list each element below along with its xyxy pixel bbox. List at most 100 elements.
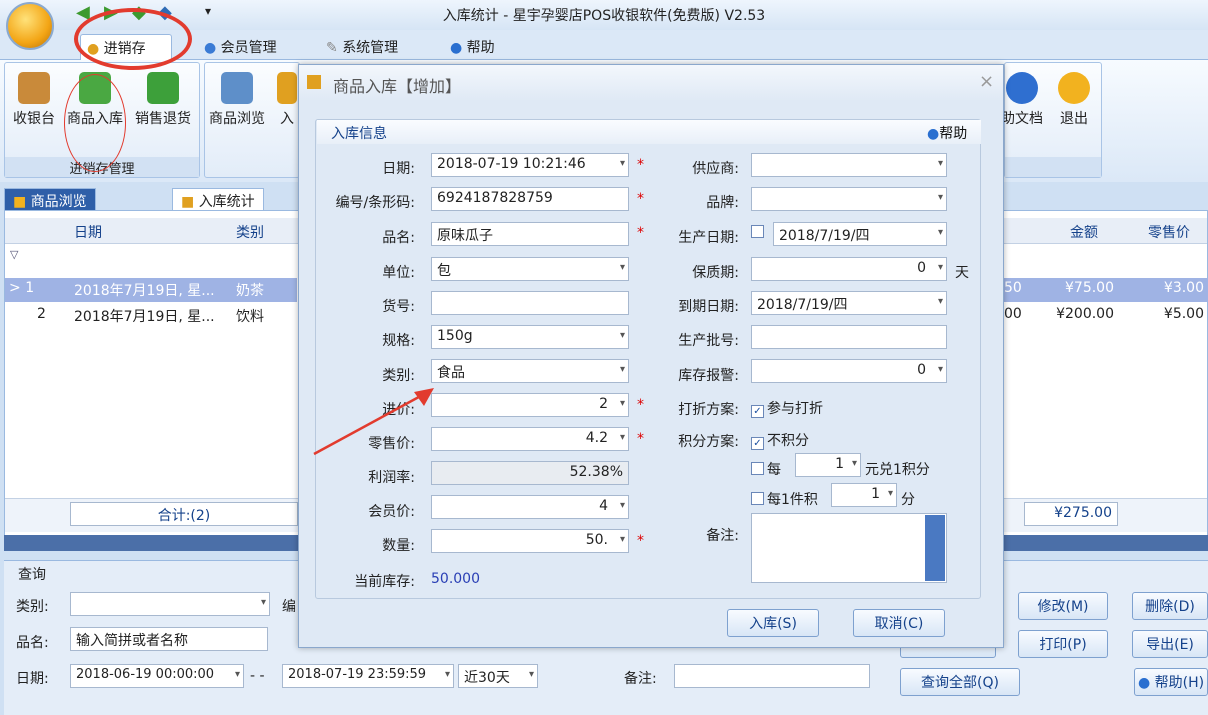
query-title: 查询 <box>18 567 46 583</box>
qty-input[interactable]: 50. ▾ <box>431 529 629 553</box>
brand-select[interactable]: ▾ <box>751 187 947 211</box>
date-to-input[interactable]: 2018-07-19 23:59:59 ▾ <box>282 664 454 688</box>
row-partial: 50 <box>1004 278 1024 302</box>
date-sep: - - <box>250 668 265 684</box>
funnel-icon[interactable]: ▽ <box>10 248 18 261</box>
col-retail[interactable]: 零售价 <box>1148 222 1190 242</box>
tab-member[interactable]: ● 会员管理 <box>198 34 283 60</box>
query-note-input[interactable] <box>674 664 870 688</box>
expiry-input[interactable]: 2018/7/19/四 ▾ <box>751 291 947 315</box>
category-select[interactable]: 食品 ▾ <box>431 359 629 383</box>
help-doc-button[interactable]: 助文档 <box>1000 72 1044 128</box>
points-per-item-checkbox[interactable]: 每1件积 <box>751 489 818 509</box>
row-amount: ¥200.00 <box>1056 306 1114 322</box>
date-from-input[interactable]: 2018-06-19 00:00:00 ▾ <box>70 664 244 688</box>
range-select[interactable]: 近30天 ▾ <box>458 664 538 688</box>
chevron-down-icon: ▾ <box>619 158 625 169</box>
member-price-input[interactable]: 4 ▾ <box>431 495 629 519</box>
chevron-down-icon: ▾ <box>234 669 240 680</box>
row-retail: ¥5.00 <box>1163 306 1204 322</box>
annotation-circle <box>74 8 192 70</box>
unit-select[interactable]: 包 ▾ <box>431 257 629 281</box>
code-input[interactable]: 6924187828759 <box>431 187 629 211</box>
row-category: 饮料 <box>236 309 264 325</box>
sales-return-button[interactable]: 销售退货 <box>132 72 194 128</box>
stock-label: 当前库存: <box>354 574 415 590</box>
total-count: 合计:(2) <box>70 502 298 526</box>
sales-return-icon <box>147 72 179 104</box>
modify-button[interactable]: 修改(M) <box>1018 592 1108 620</box>
supplier-select[interactable]: ▾ <box>751 153 947 177</box>
close-icon[interactable]: × <box>979 71 994 92</box>
delete-button[interactable]: 删除(D) <box>1132 592 1208 620</box>
cancel-button[interactable]: 取消(C) <box>853 609 945 637</box>
power-icon <box>1058 72 1090 104</box>
help-tab-icon: ● <box>450 40 463 56</box>
chevron-down-icon: ▾ <box>260 597 266 608</box>
tab-help[interactable]: ● 帮助 <box>444 34 501 60</box>
stock-stats-button[interactable]: 入 <box>276 72 298 128</box>
batch-input[interactable] <box>751 325 947 349</box>
mfg-date-input[interactable]: 2018/7/19/四 ▾ <box>773 222 947 246</box>
tab-system[interactable]: ✎ 系统管理 <box>320 34 404 60</box>
print-button[interactable]: 打印(P) <box>1018 630 1108 658</box>
stock-in-dialog: 商品入库【增加】 × 入库信息 ●帮助 日期: 2018-07-19 10:21… <box>298 64 1004 648</box>
discount-checkbox[interactable]: ✓ 参与打折 <box>751 398 823 418</box>
help-button[interactable]: ● 帮助(H) <box>1134 668 1208 696</box>
query-date-label: 日期: <box>16 671 49 687</box>
row-retail: ¥3.00 <box>1118 278 1208 302</box>
stock-value: 50.000 <box>431 571 480 587</box>
points-per-item-input[interactable]: 1 ▾ <box>831 483 897 507</box>
chevron-down-icon: ▾ <box>619 500 625 511</box>
chevron-down-icon: ▾ <box>937 262 943 273</box>
qat-dropdown-icon[interactable]: ▾ <box>205 4 211 18</box>
name-label: 品名: <box>382 230 415 246</box>
check-icon: ✓ <box>751 405 764 418</box>
app-menu-button[interactable] <box>6 2 54 50</box>
browse-button[interactable]: 商品浏览 <box>206 72 268 128</box>
col-date[interactable]: 日期 <box>74 222 102 242</box>
help-icon: ● <box>1137 675 1151 691</box>
exit-button[interactable]: 退出 <box>1052 72 1096 128</box>
chevron-down-icon: ▾ <box>851 458 857 469</box>
chevron-down-icon: ▾ <box>619 432 625 443</box>
query-name-input[interactable]: 输入简拼或者名称 <box>70 627 268 651</box>
no-points-checkbox[interactable]: ✓ 不积分 <box>751 430 809 450</box>
query-all-button[interactable]: 查询全部(Q) <box>900 668 1020 696</box>
table-row[interactable]: 2 <box>5 304 65 328</box>
spec-select[interactable]: 150g ▾ <box>431 325 629 349</box>
col-amount[interactable]: 金额 <box>1070 222 1098 242</box>
stock-in-submit-button[interactable]: 入库(S) <box>727 609 819 637</box>
mfg-date-checkbox[interactable] <box>751 225 767 241</box>
sku-input[interactable] <box>431 291 629 315</box>
member-tab-icon: ● <box>204 40 217 56</box>
retail-input[interactable]: 4.2 ▾ <box>431 427 629 451</box>
points-label: 积分方案: <box>678 434 739 450</box>
grid-icon: ■ <box>13 194 27 210</box>
shelf-life-input[interactable]: 0 ▾ <box>751 257 947 281</box>
doc-tab-browse[interactable]: ■ 商品浏览 <box>4 188 96 210</box>
chevron-down-icon: ▾ <box>444 669 450 680</box>
remark-label: 备注: <box>706 528 739 544</box>
points-per-yuan-input[interactable]: 1 ▾ <box>795 453 861 477</box>
chevron-down-icon: ▾ <box>937 192 943 203</box>
export-button[interactable]: 导出(E) <box>1132 630 1208 658</box>
cashier-button[interactable]: 收银台 <box>8 72 60 128</box>
col-category[interactable]: 类别 <box>236 222 264 242</box>
annotation-circle-small <box>64 74 126 172</box>
margin-value: 52.38% <box>431 461 629 485</box>
remark-scrollbar[interactable] <box>925 515 945 581</box>
query-category-select[interactable]: ▾ <box>70 592 270 616</box>
doc-tab-stats[interactable]: ■ 入库统计 <box>172 188 264 210</box>
date-label: 日期: <box>382 161 415 177</box>
row-category: 奶茶 <box>232 278 297 302</box>
points-per-yuan-checkbox[interactable]: 每 <box>751 459 781 479</box>
cost-input[interactable]: 2 ▾ <box>431 393 629 417</box>
name-input[interactable]: 原味瓜子 <box>431 222 629 246</box>
chevron-down-icon: ▾ <box>528 669 534 680</box>
remark-textarea[interactable] <box>751 513 947 583</box>
browse-icon <box>221 72 253 104</box>
date-input[interactable]: 2018-07-19 10:21:46 ▾ <box>431 153 629 177</box>
stock-alarm-input[interactable]: 0 ▾ <box>751 359 947 383</box>
dialog-help-link[interactable]: ●帮助 <box>927 123 967 143</box>
